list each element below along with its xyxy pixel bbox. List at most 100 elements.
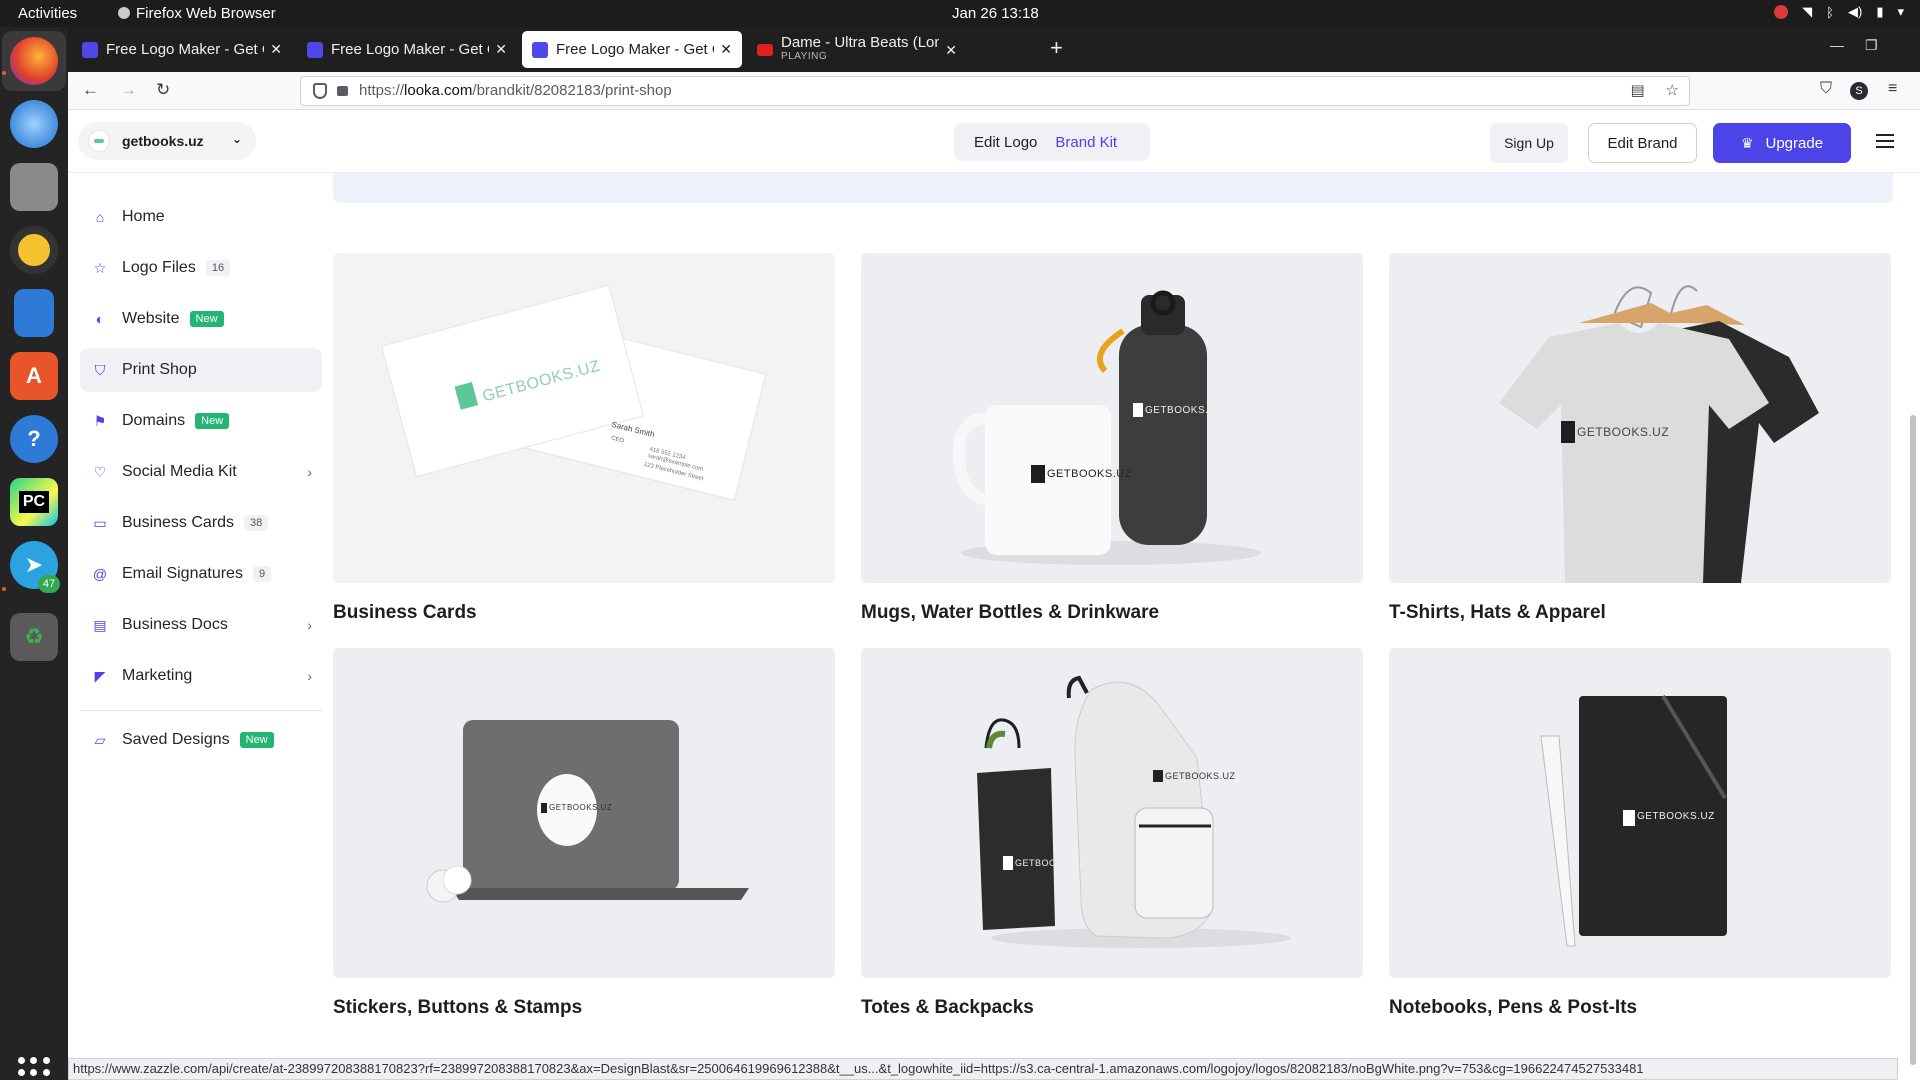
sidebar-item-email-signatures[interactable]: @ Email Signatures 9 [80,552,322,596]
product-card-stickers[interactable]: GETBOOKS.UZ [333,648,835,978]
url-bar[interactable]: https://looka.com/brandkit/82082183/prin… [300,76,1690,106]
sidebar-item-domains[interactable]: ⚑ Domains New [80,399,322,443]
product-card-business-cards[interactable]: GETBOOKS.UZ Sarah Smith CEO 416 555 1234… [333,253,835,583]
running-indicator [2,71,6,75]
trash-icon[interactable]: ♻ [10,613,58,661]
writer-icon[interactable] [14,289,54,337]
reader-view-icon[interactable]: ▤ [1631,82,1645,99]
mockup-wordmark: GETBOOKS.UZ [1015,858,1086,868]
sidebar-item-business-cards[interactable]: ▭ Business Cards 38 [80,501,322,545]
lock-icon[interactable] [337,86,348,96]
close-tab-icon[interactable]: ✕ [945,43,957,57]
star-icon: ☆ [93,259,107,276]
running-indicator [2,587,6,591]
laptop-sticker-mockup [426,720,749,903]
tote-backpack-mockup [977,675,1291,948]
tab-brand-kit[interactable]: Brand Kit [1055,134,1117,151]
app-menu-icon[interactable]: ≡ [1888,80,1897,98]
upgrade-button[interactable]: ♛ Upgrade [1713,123,1851,163]
sign-up-button[interactable]: Sign Up [1490,123,1568,163]
banner-bottom-edge [333,173,1893,203]
firefox-icon[interactable] [10,37,58,85]
tshirt-mockup [1499,285,1819,583]
sidebar-item-print-shop[interactable]: ⛉ Print Shop [80,348,322,392]
product-title[interactable]: Totes & Backpacks [861,997,1034,1019]
sidebar-item-label: Email Signatures [122,565,243,582]
product-card-apparel[interactable]: GETBOOKS.UZ [1389,253,1891,583]
thunderbird-icon[interactable] [10,100,58,148]
close-tab-icon[interactable]: ✕ [495,41,507,58]
mockup-wordmark: GETBOOKS.UZ [1165,771,1236,781]
account-icon[interactable]: S [1850,82,1868,100]
show-apps-icon[interactable] [18,1057,50,1089]
crown-icon: ♛ [1740,134,1754,151]
product-title[interactable]: Notebooks, Pens & Post-Its [1389,997,1637,1019]
count-badge: 9 [252,566,272,582]
mode-tabs: Edit Logo Brand Kit [954,123,1150,161]
browser-tab-active[interactable]: Free Logo Maker - Get Cu ✕ [522,31,742,68]
product-title[interactable]: T-Shirts, Hats & Apparel [1389,602,1606,624]
product-card-notebooks[interactable]: GETBOOKS.UZ [1389,648,1891,978]
url-path: /brandkit/82082183/print-shop [472,82,672,99]
sidebar-item-business-docs[interactable]: ▤ Business Docs › [80,603,322,647]
minimize-icon[interactable]: — [1830,37,1844,53]
sidebar-item-website[interactable]: ◐ Website New [80,297,322,341]
reload-icon[interactable]: ↻ [156,80,170,100]
chevron-right-icon: › [307,464,312,480]
brand-selector[interactable]: getbooks.uz ⌄ [78,122,256,160]
files-icon[interactable] [10,163,58,211]
sidebar-item-label: Logo Files [122,259,196,276]
app-center-icon[interactable]: A [10,352,58,400]
new-tab-button[interactable]: + [1050,35,1063,61]
firefox-icon [118,7,130,19]
sidebar-item-logo-files[interactable]: ☆ Logo Files 16 [80,246,322,290]
activities-button[interactable]: Activities [18,5,77,22]
youtube-favicon [757,43,773,56]
pycharm-icon[interactable]: PC [10,478,58,526]
browser-tab[interactable]: Dame - Ultra Beats (Long PLAYING ✕ [747,31,967,68]
system-tray[interactable]: ◥ ᛒ ◀) ▮ ▾ [1774,4,1904,20]
close-tab-icon[interactable]: ✕ [720,41,732,58]
page-scrollbar[interactable] [1910,415,1916,1065]
sidebar: ⌂ Home ☆ Logo Files 16 ◐ Website New ⛉ Print S… [68,173,330,1043]
back-icon[interactable]: ← [82,80,99,100]
business-card-mockup [380,284,767,501]
restore-icon[interactable]: ❐ [1865,37,1878,54]
battery-icon: ▮ [1876,4,1884,19]
product-card-drinkware[interactable]: GETBOOKS.UZ GETBOOKS.UZ [861,253,1363,583]
rhythmbox-icon[interactable] [10,226,58,274]
product-title[interactable]: Mugs, Water Bottles & Drinkware [861,602,1159,624]
sidebar-item-saved-designs[interactable]: ▱ Saved Designs New [80,718,322,762]
product-title[interactable]: Business Cards [333,602,477,624]
tab-edit-logo[interactable]: Edit Logo [974,134,1037,151]
sidebar-divider [80,710,322,711]
tab-title: Free Logo Maker - Get Cu [331,41,490,58]
edit-brand-button[interactable]: Edit Brand [1588,123,1697,163]
app-menu[interactable]: Firefox Web Browser [118,5,276,22]
product-card-totes[interactable]: GETBOOKS.UZ GETBOOKS.UZ [861,648,1363,978]
sidebar-item-label: Home [122,208,165,225]
sidebar-item-label: Saved Designs [122,731,230,748]
volume-icon: ◀) [1847,4,1863,19]
clock[interactable]: Jan 26 13:18 [952,5,1039,22]
pocket-icon[interactable]: ⛉ [1820,80,1832,98]
browser-tab[interactable]: Free Logo Maker - Get Cu ✕ [72,31,292,68]
sidebar-item-marketing[interactable]: ◤ Marketing › [80,654,322,698]
chevron-down-icon: ⌄ [231,132,242,146]
tracking-protection-icon[interactable] [313,83,327,99]
browser-tab[interactable]: Free Logo Maker - Get Cu ✕ [297,31,517,68]
close-tab-icon[interactable]: ✕ [270,41,282,58]
bookmark-star-icon[interactable]: ☆ [1666,82,1679,99]
count-badge: 38 [244,515,269,531]
product-title[interactable]: Stickers, Buttons & Stamps [333,997,582,1019]
new-badge: New [189,311,224,327]
at-icon: @ [92,566,108,582]
looka-favicon [307,41,323,58]
mockup-wordmark: GETBOOKS.UZ [1577,425,1670,439]
help-icon[interactable]: ? [10,415,58,463]
sidebar-item-social-media-kit[interactable]: ♡ Social Media Kit › [80,450,322,494]
hamburger-menu-icon[interactable] [1876,134,1894,148]
sidebar-item-home[interactable]: ⌂ Home [80,195,322,239]
forward-icon[interactable]: → [120,80,137,100]
count-badge: 16 [205,260,231,276]
